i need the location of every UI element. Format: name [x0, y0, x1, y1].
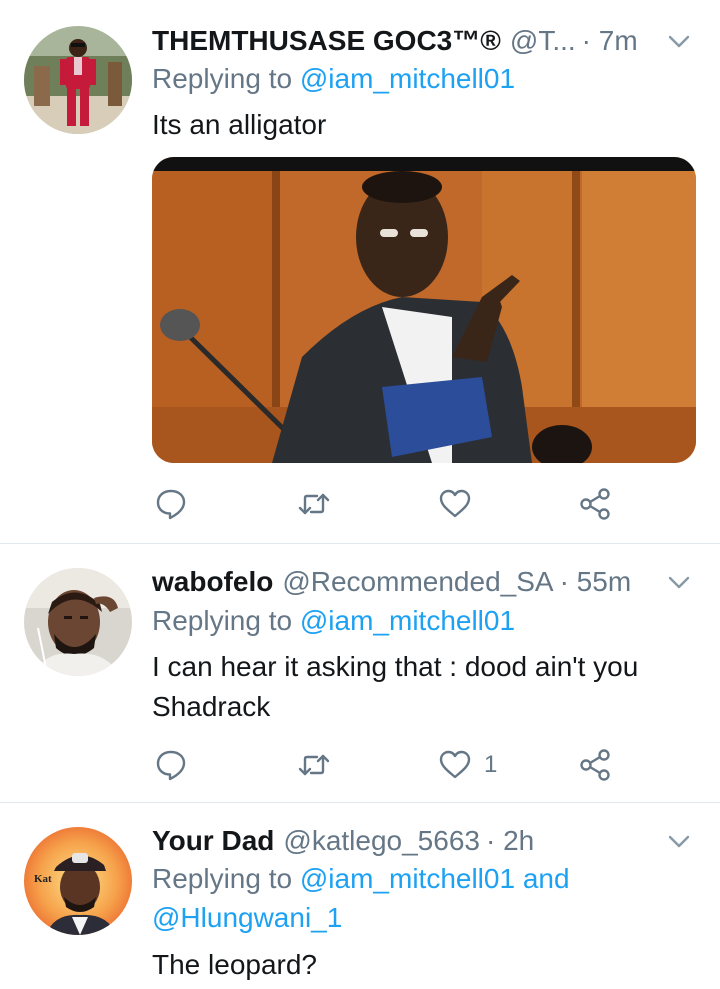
heart-icon — [439, 489, 471, 518]
chevron-down-icon[interactable] — [665, 27, 693, 55]
mention-link[interactable]: @iam_mitchell01 and — [300, 863, 570, 894]
avatar-badge-text: Kat — [34, 873, 52, 885]
replying-prefix: Replying to — [152, 605, 300, 636]
share-button[interactable] — [578, 484, 612, 524]
avatar[interactable]: Kat — [24, 827, 132, 935]
share-icon — [580, 749, 610, 781]
tweet-actions: 1 — [152, 745, 632, 785]
replying-to: Replying to @iam_mitchell01 and — [152, 863, 570, 895]
replying-prefix: Replying to — [152, 63, 300, 94]
mention-link[interactable]: @iam_mitchell01 — [300, 605, 515, 636]
retweet-button[interactable] — [297, 484, 331, 524]
reply-button[interactable] — [154, 484, 188, 524]
tweet-text: I can hear it asking that : dood ain't y… — [152, 651, 639, 722]
tweet-header: THEMTHUSASE GOC3™® @T... · 7m — [152, 21, 696, 61]
reply-icon — [156, 489, 186, 520]
tweet-2[interactable]: wabofelo @Recommended_SA · 55m Replying … — [0, 544, 720, 802]
share-icon — [580, 488, 610, 520]
avatar[interactable] — [24, 568, 132, 676]
avatar[interactable] — [24, 26, 132, 134]
timestamp[interactable]: · 2h — [486, 825, 534, 857]
like-button[interactable]: 1 — [438, 745, 497, 785]
like-button[interactable] — [438, 484, 472, 524]
tweet-actions — [152, 484, 632, 524]
mention-link[interactable]: @iam_mitchell01 — [300, 63, 515, 94]
timestamp[interactable]: · 55m — [560, 566, 632, 598]
retweet-button[interactable] — [297, 745, 331, 785]
tweet-text: Its an alligator — [152, 109, 327, 140]
tweet-3[interactable]: Kat Your Dad @katlego_5663 · 2h Replying… — [0, 803, 720, 989]
heart-icon — [439, 750, 471, 779]
display-name[interactable]: wabofelo — [152, 566, 273, 598]
replying-to-continued: @Hlungwani_1 — [152, 902, 342, 934]
avatar-image — [24, 26, 132, 134]
reply-button[interactable] — [154, 745, 188, 785]
tweet-header: wabofelo @Recommended_SA · 55m — [152, 562, 696, 602]
replying-to: Replying to @iam_mitchell01 — [152, 605, 515, 637]
tweet-text: The leopard? — [152, 949, 318, 980]
tweet-photo[interactable] — [152, 157, 696, 463]
tweet-1[interactable]: THEMTHUSASE GOC3™® @T... · 7m Replying t… — [0, 0, 720, 543]
chevron-down-icon[interactable] — [665, 568, 693, 596]
retweet-icon — [298, 754, 330, 776]
user-handle[interactable]: @T... — [510, 25, 576, 57]
mention-link[interactable]: @Hlungwani_1 — [152, 902, 342, 933]
display-name[interactable]: Your Dad — [152, 825, 274, 857]
share-button[interactable] — [578, 745, 612, 785]
retweet-icon — [298, 493, 330, 515]
replying-to: Replying to @iam_mitchell01 — [152, 63, 515, 95]
reply-icon — [156, 750, 186, 781]
display-name[interactable]: THEMTHUSASE GOC3™® — [152, 25, 501, 57]
user-handle[interactable]: @Recommended_SA — [282, 566, 553, 598]
replying-prefix: Replying to — [152, 863, 300, 894]
avatar-image — [24, 568, 132, 676]
like-count: 1 — [484, 751, 498, 778]
timestamp[interactable]: · 7m — [582, 25, 638, 57]
photo-image — [152, 157, 696, 463]
chevron-down-icon[interactable] — [665, 827, 693, 855]
user-handle[interactable]: @katlego_5663 — [283, 825, 480, 857]
tweet-header: Your Dad @katlego_5663 · 2h — [152, 821, 696, 861]
